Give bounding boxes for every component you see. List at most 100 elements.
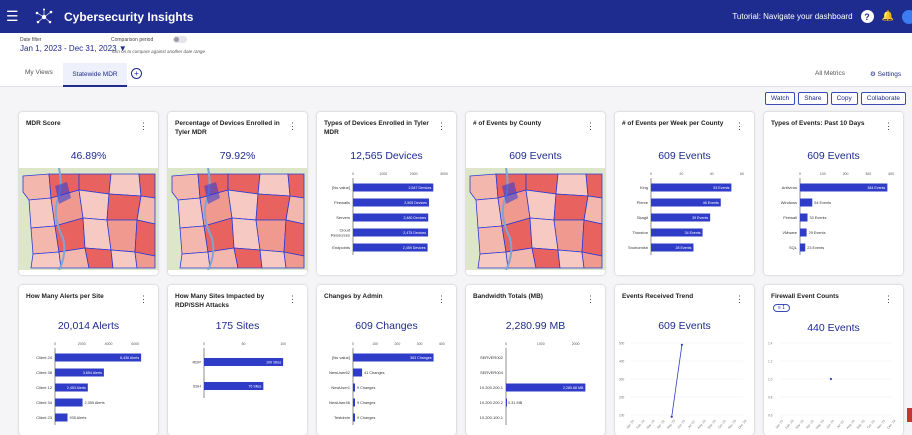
county-map[interactable] [19,168,158,270]
axis-tick-label: 100 [280,342,286,346]
notification-bell-icon[interactable]: 🔔 [882,11,894,22]
axis-tick-label: 500 [619,342,625,346]
county-region [257,173,291,197]
card-events-by-county: # of Events by County ⋮ 609 Events [466,112,605,275]
help-icon[interactable]: ? [860,10,874,23]
bar-category-label: Client 34 [36,400,53,405]
bar-value-label: 2,459 Devices [403,246,426,250]
axis-tick-label: 6000 [131,342,139,346]
more-options-icon[interactable]: ⋮ [437,294,446,305]
bar [55,398,83,407]
card-title: How Many Sites Impacted by RDP/SSH Attac… [175,293,265,309]
bar-value-label: 9 Changes [357,416,375,420]
bar-category-label: 10.200.200.2 [480,400,504,405]
county-region [475,197,503,229]
avatar[interactable] [902,9,912,24]
card-bandwidth: Bandwidth Totals (MB) ⋮ 2,280.99 MB 0 100… [466,285,605,435]
county-region [529,217,559,251]
kpi-value: 440 Events [807,322,860,334]
county-region [581,219,603,257]
county-region [557,249,585,269]
county-region [106,193,142,221]
bar-value-label: 33 Events [810,216,827,220]
data-point [670,415,673,418]
tutorial-link[interactable]: Tutorial: Navigate your dashboard [732,12,852,21]
more-options-icon[interactable]: ⋮ [884,121,893,132]
bar-category-label: Client 24 [36,355,53,360]
comparison-period-label: Comparison period [111,37,154,43]
card-changes-by-admin: Changes by Admin ⋮ 609 Changes 0 100 200 30… [317,285,456,435]
more-options-icon[interactable]: ⋮ [735,294,744,305]
bar-category-label: Resources [331,233,350,238]
bar-chart: 0 1000 2000 3000 [No value] 2,647 Devices Fire… [331,172,448,255]
bar [55,413,68,422]
hamburger-menu-icon[interactable]: ☰ [6,8,28,25]
county-region [134,219,156,257]
bar-value-label: 23 Events [807,246,824,250]
card-event-types: Types of Events: Past 10 Days ⋮ 609 Even… [764,112,903,275]
more-options-icon[interactable]: ⋮ [884,294,893,305]
bar-category-label: Client 12 [36,385,53,390]
bar [353,368,363,377]
card-firewall-events: Firewall Event Counts ⋮ ≡ 1 440 Events 0… [764,285,903,435]
bar-category-label: Windows [781,200,797,205]
bar-value-label: 75 Sites [248,385,261,389]
bar-category-label: Client 38 [36,370,53,375]
county-region [553,219,585,253]
axis-tick-label: Mar ’23 [646,419,656,430]
copy-button[interactable]: Copy [830,92,858,105]
line-chart: 0.6 0.8 1.0 1.2 1.4 Jan ’23 Feb ’23 Mar ’23 Apr … [768,342,896,430]
county-map[interactable] [466,168,605,270]
more-options-icon[interactable]: ⋮ [437,121,446,132]
kpi-value: 12,565 Devices [350,150,423,162]
tab-statewide-mdr[interactable]: Statewide MDR [63,63,127,87]
bar-category-label: RDP [193,360,202,365]
more-options-icon[interactable]: ⋮ [735,121,744,132]
filter-chip-count: 1 [782,305,786,311]
axis-tick-label: 0 [203,342,205,346]
county-region [106,219,138,253]
kpi-value: 609 Events [807,150,860,162]
card-title: Types of Events: Past 10 Days [771,120,865,127]
axis-tick-label: 20 [679,172,683,176]
more-options-icon[interactable]: ⋮ [288,294,297,305]
watch-button[interactable]: Watch [765,92,796,105]
axis-tick-label: 1.2 [768,360,773,364]
settings-link[interactable]: ⚙ Settings [870,70,901,78]
county-region [22,173,52,201]
kpi-value: 2,280.99 MB [505,320,566,332]
share-button[interactable]: Share [798,92,828,105]
axis-tick-label: Oct ’23 [717,419,727,429]
county-region [259,249,287,269]
county-map[interactable] [168,168,307,270]
tab-my-views[interactable]: My Views [25,69,53,76]
more-options-icon[interactable]: ⋮ [139,121,148,132]
county-region [525,189,557,221]
filter-chip[interactable]: ≡ 1 [773,304,790,312]
county-region [82,217,112,251]
card-percentage-enrolled: Percentage of Devices Enrolled in Tyler … [168,112,307,275]
card-mdr-score: MDR Score ⋮ 46.89% [19,112,158,275]
more-options-icon[interactable]: ⋮ [288,121,297,132]
more-options-icon[interactable]: ⋮ [586,294,595,305]
axis-tick-label: 1000 [379,172,387,176]
all-metrics-link[interactable]: All Metrics [815,70,845,77]
axis-tick-label: Sep ’23 [856,419,866,430]
county-region [585,173,603,199]
more-options-icon[interactable]: ⋮ [139,294,148,305]
comparison-period-toggle[interactable] [173,36,187,43]
kpi-value: 175 Sites [215,320,260,332]
bar-category-label: SERVER004 [480,370,504,375]
add-tab-icon[interactable]: + [131,68,142,79]
bar-category-label: Snohomish [628,245,648,250]
collaborate-button[interactable]: Collaborate [860,92,906,105]
feedback-tab[interactable] [907,408,912,422]
county-region [477,251,509,269]
county-region [255,219,287,253]
axis-tick-label: 1000 [537,342,545,346]
card-title: How Many Alerts per Site [26,293,104,300]
more-options-icon[interactable]: ⋮ [586,121,595,132]
axis-tick-label: 50 [242,342,246,346]
county-region [555,173,589,197]
bar-value-label: 2,280.68 MB [563,386,584,390]
